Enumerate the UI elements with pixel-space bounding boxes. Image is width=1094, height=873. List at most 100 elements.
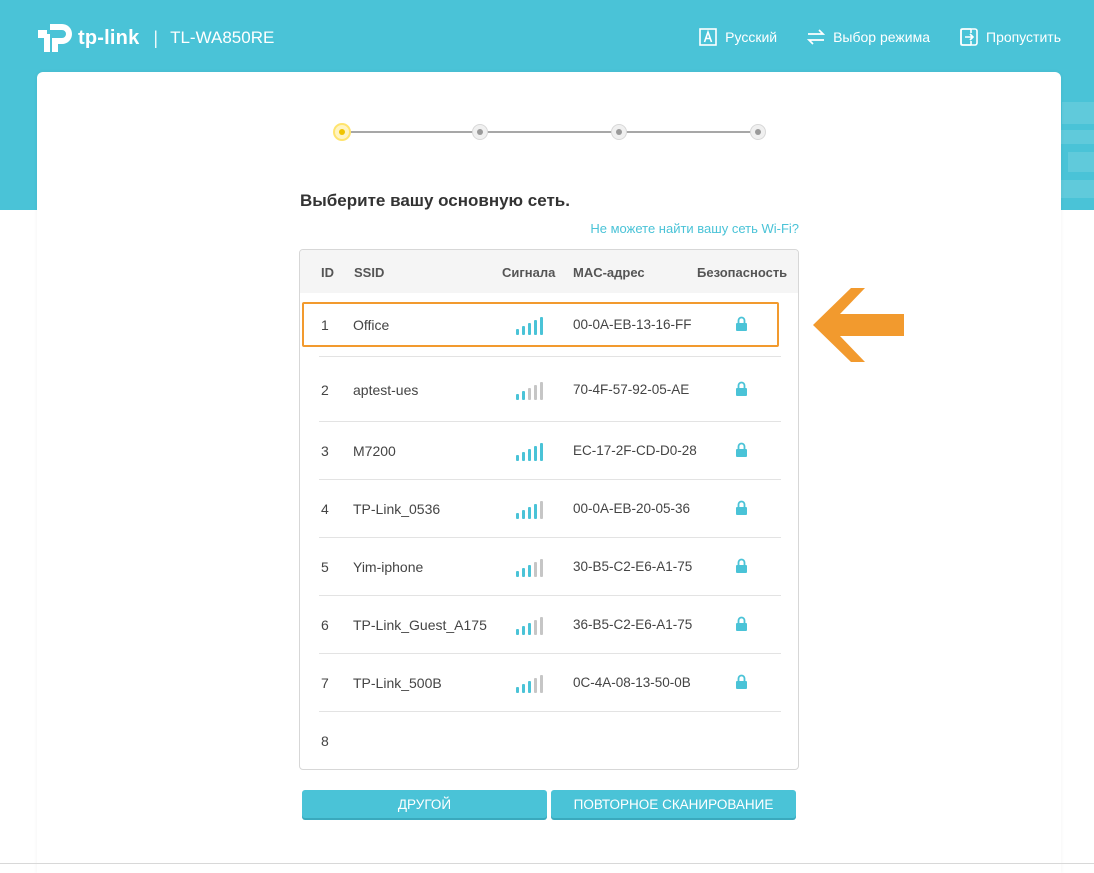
nav-skip-label: Пропустить [986,29,1061,45]
other-network-button[interactable]: ДРУГОЙ [302,790,547,818]
signal-bar [528,507,531,519]
network-row[interactable]: 3 M7200 EC-17-2F-CD-D0-28 [319,422,781,480]
mode-switch-icon [807,29,826,45]
signal-bar [534,385,537,400]
nav-mode-select[interactable]: Выбор режима [807,29,930,45]
cant-find-network-link[interactable]: Не можете найти вашу сеть Wi-Fi? [590,221,799,236]
signal-bar [534,504,537,519]
signal-bar [516,629,519,635]
header-ssid: SSID [354,265,385,280]
language-icon [699,28,717,46]
network-row[interactable]: 5 Yim-iphone 30-B5-C2-E6-A1-75 [319,538,781,596]
row-id: 8 [321,733,329,749]
network-row[interactable]: 4 TP-Link_0536 00-0A-EB-20-05-36 [319,480,781,538]
signal-bar [528,388,531,400]
network-row[interactable]: 2 aptest-ues 70-4F-57-92-05-AE [319,357,781,422]
header: tp-link | TL-WA850RE Русский Выбор режим… [0,0,1094,72]
signal-bar [534,446,537,461]
header-id: ID [321,265,334,280]
signal-bar [540,317,543,335]
signal-bar [522,452,525,461]
lock-icon [736,500,747,515]
device-model: TL-WA850RE [170,28,275,47]
signal-bar [522,510,525,519]
row-id: 6 [321,617,329,633]
signal-bar [516,329,519,335]
signal-strength-icon [516,497,546,519]
signal-bar [528,323,531,335]
signal-strength-icon [516,378,546,400]
row-id: 5 [321,559,329,575]
network-row[interactable]: 8 [319,712,781,769]
network-row[interactable]: 6 TP-Link_Guest_A175 36-B5-C2-E6-A1-75 [319,596,781,654]
signal-bar [516,687,519,693]
nav-mode-label: Выбор режима [833,29,930,45]
row-ssid: TP-Link_500B [353,675,442,691]
signal-bar [534,678,537,693]
signal-bar [522,684,525,693]
row-ssid: TP-Link_0536 [353,501,441,517]
row-ssid: M7200 [353,443,396,459]
lock-icon [736,674,747,689]
row-ssid: Yim-iphone [353,559,424,575]
row-id: 3 [321,443,329,459]
signal-bar [522,568,525,577]
header-signal: Сигнала [502,265,556,280]
header-security: Безопасность [697,265,788,280]
signal-strength-icon [516,671,546,693]
signal-bar [516,394,519,400]
nav-language[interactable]: Русский [699,28,777,46]
signal-bar [540,501,543,519]
lock-icon [736,316,747,331]
orange-arrow-pointer-icon [813,288,904,362]
row-mac: 30-B5-C2-E6-A1-75 [573,559,693,574]
tp-link-logo-icon [36,20,72,56]
brand-separator: | [153,27,159,48]
row-id: 7 [321,675,329,691]
signal-bar [528,565,531,577]
step-4 [750,124,766,140]
lock-icon [736,558,747,573]
network-row[interactable]: 1 Office 00-0A-EB-13-16-FF [319,293,781,357]
row-mac: 0C-4A-08-13-50-0B [573,675,691,690]
signal-bar [528,681,531,693]
lock-icon [736,616,747,631]
table-header: ID SSID Сигнала MAC-адрес Безопасность [300,250,798,293]
nav-skip[interactable]: Пропустить [960,28,1061,46]
signal-bar [540,382,543,400]
row-id: 4 [321,501,329,517]
nav-language-label: Русский [725,29,778,45]
row-ssid: Office [353,317,390,333]
rescan-button[interactable]: ПОВТОРНОЕ СКАНИРОВАНИЕ [551,790,796,818]
signal-bar [534,620,537,635]
stepper-line [341,131,759,133]
lock-icon [736,442,747,457]
signal-strength-icon [516,439,546,461]
row-mac: 36-B5-C2-E6-A1-75 [573,617,693,632]
network-table: ID SSID Сигнала MAC-адрес Безопасность 1… [299,249,799,770]
progress-stepper [333,123,767,141]
header-mac: MAC-адрес [573,265,645,280]
signal-bar [516,513,519,519]
signal-bar [540,443,543,461]
signal-bar [528,449,531,461]
step-2 [472,124,488,140]
row-mac: 70-4F-57-92-05-AE [573,382,690,397]
top-navigation: Русский Выбор режима Пропустить [669,28,1061,46]
bottom-divider [0,863,1094,864]
row-id: 1 [321,317,329,333]
brand-logo[interactable]: tp-link | TL-WA850RE [36,20,274,56]
signal-bar [540,559,543,577]
signal-bar [540,675,543,693]
skip-exit-icon [960,28,978,46]
signal-bar [522,326,525,335]
lock-icon [736,381,747,396]
step-1-active [333,123,351,141]
signal-strength-icon [516,613,546,635]
row-mac: EC-17-2F-CD-D0-28 [573,443,697,458]
network-row[interactable]: 7 TP-Link_500B 0C-4A-08-13-50-0B [319,654,781,712]
signal-bar [522,626,525,635]
row-mac: 00-0A-EB-20-05-36 [573,501,691,516]
brand-name: tp-link [78,26,140,49]
signal-bar [534,562,537,577]
